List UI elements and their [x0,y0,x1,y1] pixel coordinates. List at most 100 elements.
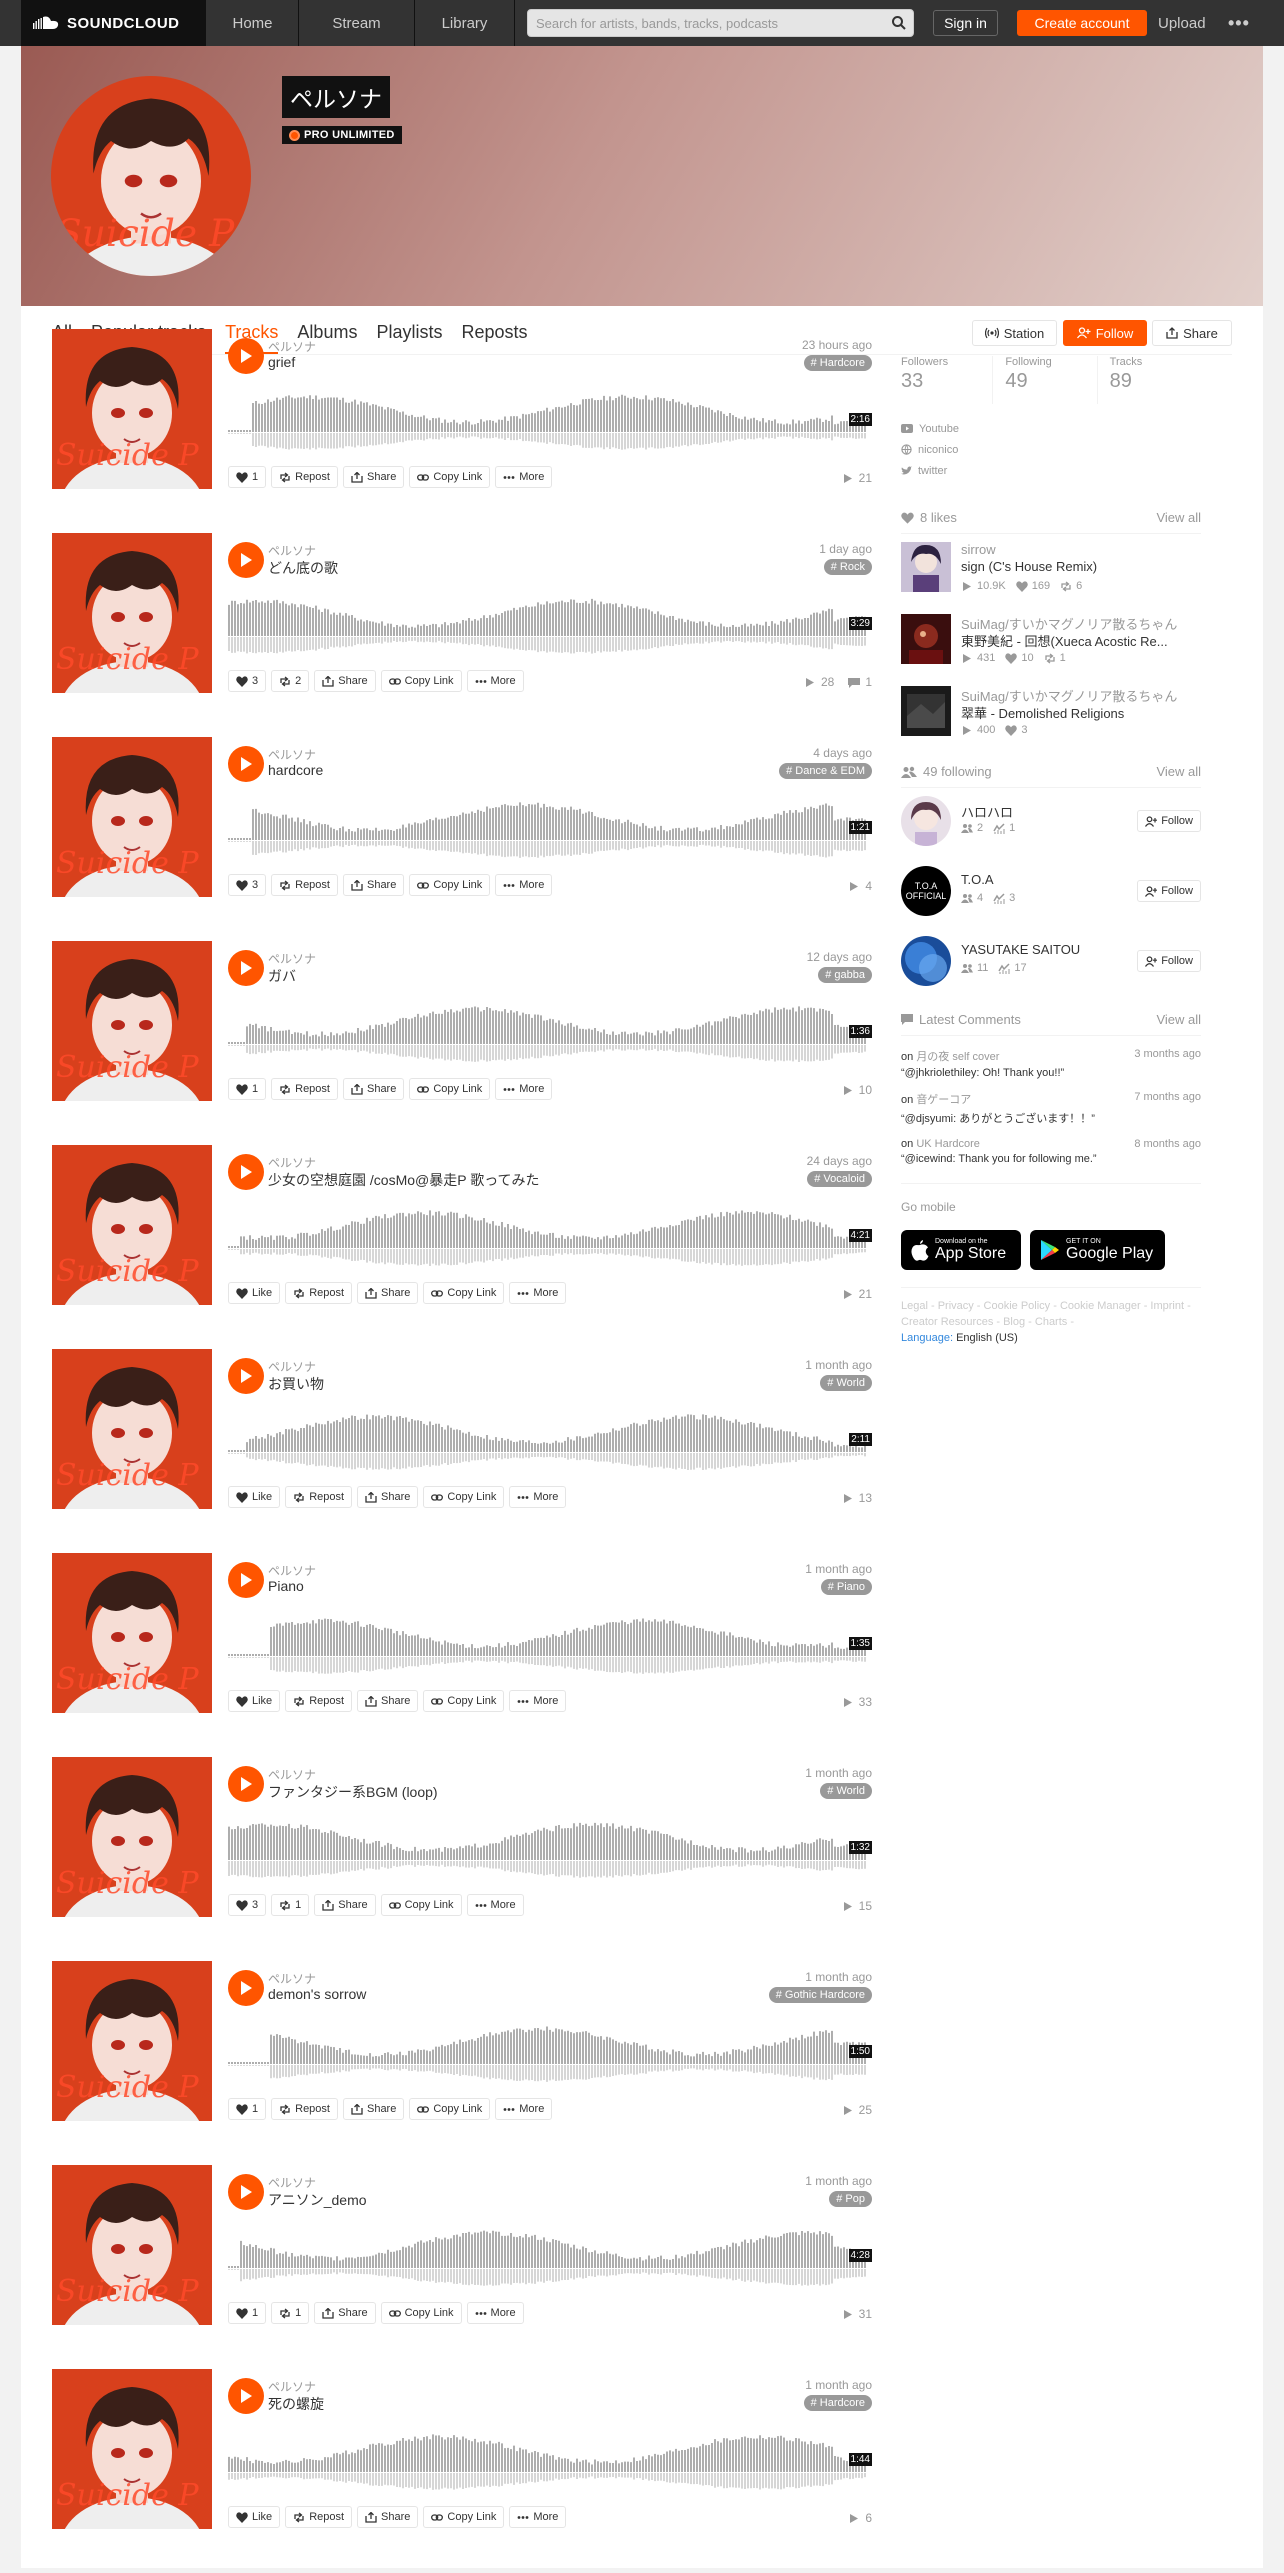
share-button[interactable]: Share [357,2506,419,2528]
following-user[interactable]: ハロハロ 2 1 Follow [901,788,1201,858]
play-button[interactable] [228,1154,264,1190]
following-user-name[interactable]: YASUTAKE SAITOU [961,942,1080,957]
track-user[interactable]: ペルソナ [268,1766,316,1783]
play-count[interactable]: 13 [842,1491,872,1505]
track-artwork[interactable] [52,1757,212,1917]
track-tag[interactable]: # Pop [829,2191,872,2207]
search-input[interactable] [528,10,868,36]
like-button[interactable]: 1 [228,1078,267,1100]
waveform[interactable] [228,2424,872,2494]
like-button[interactable]: 1 [228,2098,267,2120]
track-tag[interactable]: # Hardcore [803,355,872,371]
play-count[interactable]: 28 [804,675,834,689]
share-button[interactable]: Share [342,1078,405,1100]
more-button[interactable]: More [509,2506,567,2528]
share-button[interactable]: Share [314,670,376,692]
track-title[interactable]: 死の螺旋 [268,2394,324,2414]
station-button[interactable]: Station [972,320,1057,346]
track-tag[interactable]: # Vocaloid [807,1171,872,1187]
like-button[interactable]: 1 [228,2302,267,2324]
waveform[interactable] [228,1404,872,1474]
track-user[interactable]: ペルソナ [268,338,316,355]
follow-user-button[interactable]: Follow [1137,950,1201,972]
repost-button[interactable]: 1 [271,2302,310,2324]
share-button[interactable]: Share [342,874,405,896]
avatar[interactable] [901,936,951,986]
track-user[interactable]: ペルソナ [268,2378,316,2395]
link-twitter[interactable]: twitter [901,460,1201,481]
repost-button[interactable]: Repost [285,1486,353,1508]
like-button[interactable]: Like [228,1282,281,1304]
liked-track-title[interactable]: 翠華 - Demolished Religions [961,703,1201,722]
track-title[interactable]: hardcore [268,762,323,778]
avatar[interactable] [51,76,251,276]
like-button[interactable]: 3 [228,874,267,896]
liked-track-artwork[interactable] [901,542,951,592]
copy-link-button[interactable]: Copy Link [423,1486,505,1508]
track-artwork[interactable] [52,2369,212,2529]
more-button[interactable]: More [509,1282,567,1304]
share-button[interactable]: Share [342,2098,405,2120]
track-artwork[interactable] [52,1145,212,1305]
liked-track-title[interactable]: 東野美紀 - 回想(Xueca Acostic Re... [961,631,1201,650]
more-menu-button[interactable]: ••• [1228,0,1250,46]
repost-button[interactable]: Repost [285,2506,353,2528]
copy-link-button[interactable]: Copy Link [409,466,491,488]
avatar[interactable]: T.O.A OFFICIAL [901,866,951,916]
repost-button[interactable]: Repost [271,466,338,488]
following-user[interactable]: T.O.A OFFICIAL T.O.A 4 3 Follow [901,858,1201,928]
nav-home[interactable]: Home [207,0,299,46]
track-artwork[interactable] [52,941,212,1101]
repost-button[interactable]: Repost [285,1690,353,1712]
track-tag[interactable]: # Gothic Hardcore [768,1987,872,2003]
play-button[interactable] [228,1562,264,1598]
share-button[interactable]: Share [357,1486,419,1508]
more-button[interactable]: More [495,2098,553,2120]
google-play-badge[interactable]: GET IT ON Google Play [1030,1230,1165,1270]
copy-link-button[interactable]: Copy Link [423,2506,505,2528]
liked-track-artwork[interactable] [901,686,951,736]
liked-track-user[interactable]: sirrow [961,542,1201,557]
copy-link-button[interactable]: Copy Link [409,2098,491,2120]
repost-button[interactable]: Repost [271,2098,338,2120]
liked-track[interactable]: SuiMag/すいかマグノリア散るちゃん 東野美紀 - 回想(Xueca Acos… [901,606,1201,678]
track-title[interactable]: Piano [268,1578,304,1594]
track-user[interactable]: ペルソナ [268,950,316,967]
play-button[interactable] [228,2378,264,2414]
copy-link-button[interactable]: Copy Link [423,1690,505,1712]
track-artwork[interactable] [52,329,212,489]
track-title[interactable]: grief [268,354,295,370]
app-store-badge[interactable]: Download on the App Store [901,1230,1021,1270]
repost-button[interactable]: 1 [271,1894,310,1916]
link-niconico[interactable]: niconico [901,439,1201,460]
play-count[interactable]: 10 [842,1083,872,1097]
track-artwork[interactable] [52,737,212,897]
waveform[interactable] [228,1608,872,1678]
language-row[interactable]: Language: English (US) [901,1332,1201,1344]
play-count[interactable]: 25 [842,2103,872,2117]
share-button[interactable]: Share [314,2302,376,2324]
soundcloud-logo[interactable]: SOUNDCLOUD [21,0,206,46]
comment-count[interactable]: 1 [848,675,872,689]
liked-track-title[interactable]: sign (C's House Remix) [961,559,1201,574]
share-button[interactable]: Share [314,1894,376,1916]
footer-links[interactable]: Legal - Privacy - Cookie Policy - Cookie… [901,1298,1201,1330]
follow-user-button[interactable]: Follow [1137,880,1201,902]
track-user[interactable]: ペルソナ [268,542,316,559]
share-button[interactable]: Share [342,466,405,488]
track-tag[interactable]: # Dance & EDM [779,763,872,779]
copy-link-button[interactable]: Copy Link [380,2302,462,2324]
track-user[interactable]: ペルソナ [268,1154,316,1171]
share-button[interactable]: Share [357,1282,419,1304]
follow-button[interactable]: Follow [1063,320,1147,346]
play-count[interactable]: 4 [848,879,872,893]
track-title[interactable]: ファンタジー系BGM (loop) [268,1782,438,1802]
track-title[interactable]: どん底の歌 [268,558,338,578]
stat-following[interactable]: Following 49 [992,356,1096,404]
track-tag[interactable]: # Hardcore [803,2395,872,2411]
stat-followers[interactable]: Followers 33 [901,356,992,404]
like-button[interactable]: 1 [228,466,267,488]
track-artwork[interactable] [52,533,212,693]
comments-view-all[interactable]: View all [1156,1012,1201,1027]
create-account-button[interactable]: Create account [1017,10,1147,36]
